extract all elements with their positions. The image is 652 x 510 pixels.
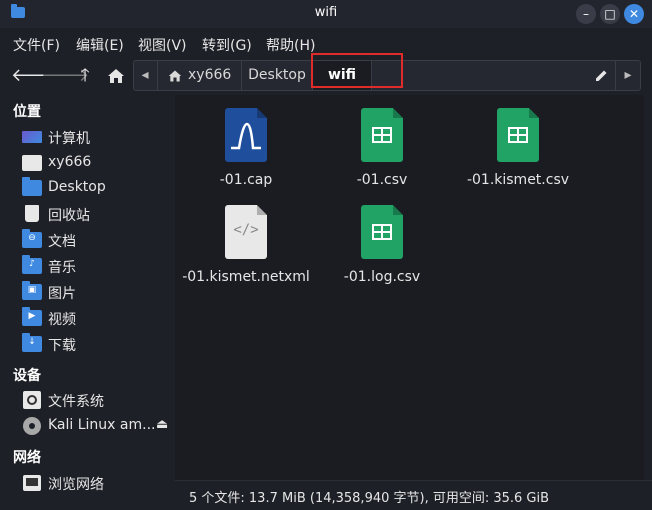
file-item[interactable]: -01.csv — [317, 95, 447, 195]
spreadsheet-icon — [361, 205, 403, 259]
crumb-home[interactable]: xy666 — [158, 61, 241, 90]
spreadsheet-icon — [497, 108, 539, 162]
status-text: 5 个文件: 13.7 MiB (14,358,940 字节), 可用空间: 3… — [189, 491, 550, 506]
file-item[interactable]: -01.kismet.csv — [453, 95, 583, 195]
sidebar-item-label: 视频 — [48, 312, 76, 328]
scrollbar-track[interactable] — [644, 95, 652, 480]
back-button[interactable]: 🡐 — [11, 65, 59, 87]
sidebar-item-kali-disc[interactable]: Kali Linux am... ⏏ — [0, 414, 174, 439]
path-scroll-left-button[interactable]: ◂ — [134, 61, 156, 90]
maximize-icon: □ — [604, 7, 616, 21]
file-name: -01.csv — [356, 172, 408, 188]
sidebar-item-label: 图片 — [48, 286, 76, 302]
home-icon — [108, 69, 124, 83]
network-icon — [23, 475, 41, 491]
sidebar-item-label: Desktop — [48, 179, 106, 195]
sidebar-item-label: 计算机 — [48, 131, 90, 147]
home-folder-icon — [22, 155, 42, 171]
sidebar-item-label: 浏览网络 — [48, 477, 104, 493]
edit-path-button[interactable] — [589, 61, 613, 90]
sidebar-item-label: 文件系统 — [48, 394, 104, 410]
eject-icon[interactable]: ⏏ — [156, 417, 168, 432]
sidebar-item-trash[interactable]: 回收站 — [0, 202, 174, 227]
path-scroll-right-button[interactable]: ▸ — [616, 61, 640, 90]
sidebar-item-documents[interactable]: ⊖ 文档 — [0, 228, 174, 253]
sidebar-item-pictures[interactable]: ▣ 图片 — [0, 280, 174, 305]
trash-icon — [25, 205, 39, 222]
section-network: 网络 — [13, 450, 41, 466]
menu-view[interactable]: 视图(V) — [138, 35, 187, 55]
title-bar: wifi – □ ✕ — [0, 0, 652, 28]
sidebar-item-label: xy666 — [48, 154, 92, 170]
sidebar-item-browse-network[interactable]: 浏览网络 — [0, 471, 174, 496]
file-name: -01.log.csv — [343, 269, 421, 285]
sidebar-item-computer[interactable]: 计算机 — [0, 125, 174, 150]
videos-folder-icon: ▶ — [22, 307, 42, 326]
sidebar-item-label: 文档 — [48, 234, 76, 250]
close-icon: ✕ — [628, 7, 640, 21]
sidebar-item-music[interactable]: ♪ 音乐 — [0, 254, 174, 279]
sidebar-item-label: 音乐 — [48, 260, 76, 276]
crumb-desktop[interactable]: Desktop — [242, 61, 312, 90]
chevron-right-icon: ▸ — [624, 67, 632, 83]
sidebar-item-desktop[interactable]: Desktop — [0, 176, 174, 201]
code-file-icon: </> — [225, 205, 267, 259]
sidebar-item-home[interactable]: xy666 — [0, 151, 174, 176]
highlight-box — [311, 53, 403, 88]
sidebar-item-label: 回收站 — [48, 208, 90, 224]
minimize-icon: – — [583, 7, 589, 21]
window-title: wifi — [314, 5, 338, 20]
section-places: 位置 — [13, 104, 41, 120]
drive-icon — [23, 391, 41, 409]
sidebar: 位置 计算机 xy666 Desktop 回收站 ⊖ 文档 ♪ 音乐 ▣ 图片 … — [0, 95, 174, 509]
file-item[interactable]: -01.cap — [181, 95, 311, 195]
home-icon — [168, 70, 182, 82]
maximize-button[interactable]: □ — [600, 4, 620, 24]
sidebar-item-label: Kali Linux am... — [48, 417, 156, 433]
sidebar-item-label: 下载 — [48, 338, 76, 354]
minimize-button[interactable]: – — [576, 4, 596, 24]
optical-disc-icon — [23, 417, 41, 435]
section-devices: 设备 — [13, 368, 41, 384]
music-folder-icon: ♪ — [22, 255, 42, 274]
crumb-home-label: xy666 — [188, 67, 232, 83]
arrow-up-icon: 🡑 — [80, 65, 90, 86]
menu-help[interactable]: 帮助(H) — [266, 35, 315, 55]
sidebar-item-downloads[interactable]: ↓ 下载 — [0, 332, 174, 357]
pictures-folder-icon: ▣ — [22, 281, 42, 300]
documents-folder-icon: ⊖ — [22, 229, 42, 248]
home-button[interactable] — [104, 65, 128, 87]
menu-file[interactable]: 文件(F) — [13, 35, 60, 55]
sidebar-item-videos[interactable]: ▶ 视频 — [0, 306, 174, 331]
downloads-folder-icon: ↓ — [22, 333, 42, 352]
up-button[interactable]: 🡑 — [73, 65, 97, 87]
desktop-folder-icon — [22, 177, 42, 196]
file-view: -01.cap -01.csv -01.kismet.csv </> -01.k… — [175, 95, 644, 480]
status-bar: 5 个文件: 13.7 MiB (14,358,940 字节), 可用空间: 3… — [175, 480, 652, 510]
close-button[interactable]: ✕ — [624, 4, 644, 24]
file-item[interactable]: -01.log.csv — [317, 200, 447, 290]
file-name: -01.cap — [219, 172, 273, 188]
spreadsheet-icon — [361, 108, 403, 162]
wireshark-file-icon — [225, 108, 267, 162]
chevron-left-icon: ◂ — [141, 67, 149, 83]
file-name: -01.kismet.netxml — [182, 269, 310, 285]
pencil-icon — [595, 70, 606, 81]
file-name: -01.kismet.csv — [466, 172, 570, 188]
menu-edit[interactable]: 编辑(E) — [76, 35, 124, 55]
menu-go[interactable]: 转到(G) — [202, 35, 252, 55]
sidebar-item-filesystem[interactable]: 文件系统 — [0, 388, 174, 413]
file-item[interactable]: </> -01.kismet.netxml — [181, 200, 311, 290]
computer-icon — [22, 131, 42, 143]
forward-button[interactable]: 🡒 — [41, 65, 89, 87]
